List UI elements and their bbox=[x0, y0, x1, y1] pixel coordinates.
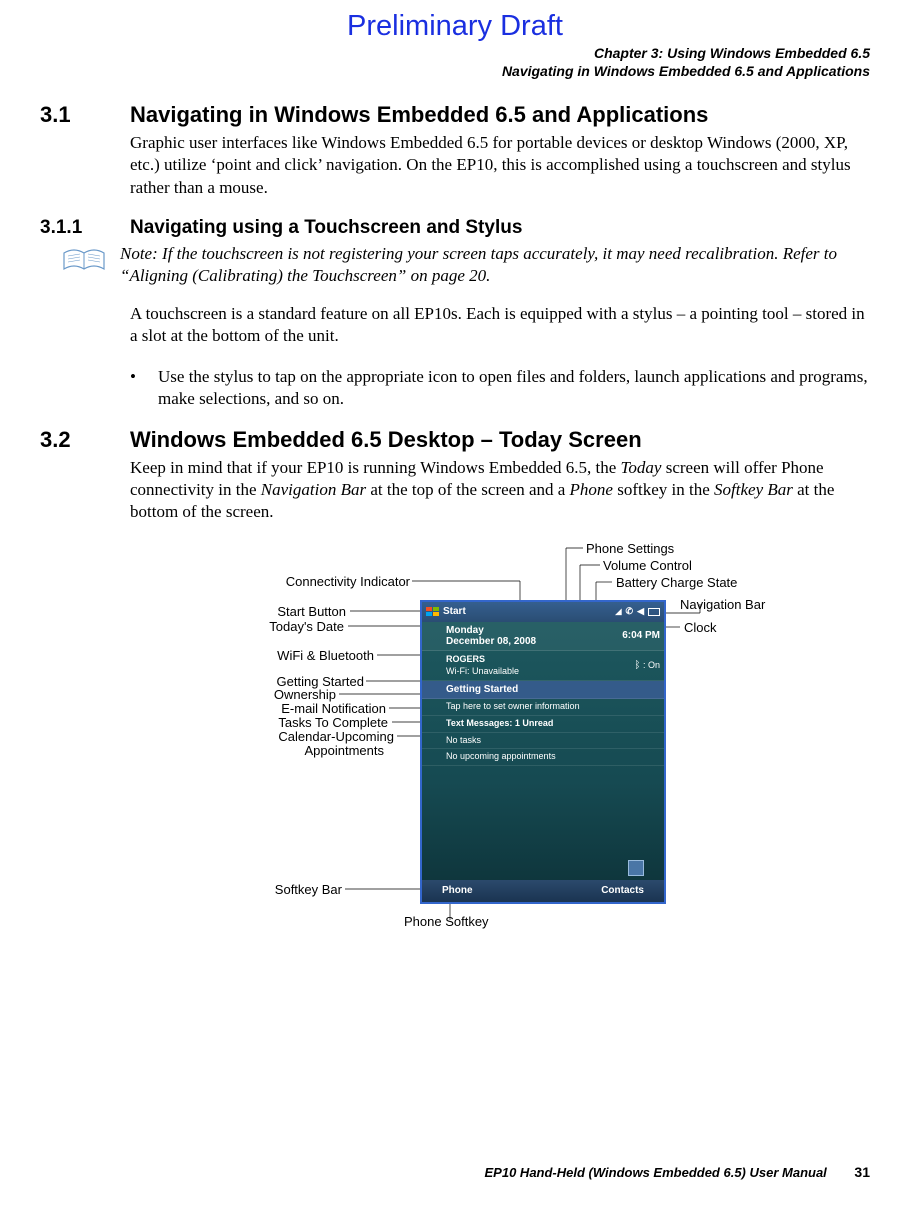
label-navigation-bar: Navigation Bar bbox=[680, 597, 765, 612]
preliminary-draft-header: Preliminary Draft bbox=[40, 10, 870, 43]
device-clock: 6:04 PM bbox=[622, 630, 660, 641]
bullet-marker: • bbox=[130, 366, 158, 411]
section-3-2-body: Keep in mind that if your EP10 is runnin… bbox=[130, 457, 870, 524]
section-3-2-heading: 3.2 Windows Embedded 6.5 Desktop – Today… bbox=[40, 427, 870, 453]
speaker-icon: ◀ bbox=[637, 606, 644, 617]
body-a: Keep in mind that if your EP10 is runnin… bbox=[130, 458, 621, 477]
label-clock: Clock bbox=[684, 620, 717, 635]
label-todays-date: Today's Date bbox=[120, 619, 344, 634]
bullet-text: Use the stylus to tap on the appropriate… bbox=[158, 366, 870, 411]
device-softkey-bar: Phone Contacts bbox=[422, 880, 664, 902]
label-volume-control: Volume Control bbox=[603, 558, 692, 573]
battery-icon bbox=[648, 608, 660, 616]
device-rogers-row: ROGERSWi-Fi: Unavailable ᛒ : On bbox=[422, 651, 664, 681]
label-softkey-bar: Softkey Bar bbox=[120, 882, 342, 897]
label-phone-softkey: Phone Softkey bbox=[404, 914, 489, 929]
device-bt-status: : On bbox=[640, 660, 660, 670]
device-messages: Text Messages: 1 Unread bbox=[422, 716, 664, 733]
page-number: 31 bbox=[854, 1164, 870, 1180]
label-battery-state: Battery Charge State bbox=[616, 575, 737, 590]
floppy-icon bbox=[628, 860, 644, 876]
note-body: If the touchscreen is not registering yo… bbox=[120, 244, 837, 285]
device-date-row: Monday December 08, 2008 6:04 PM bbox=[422, 622, 664, 651]
device-tasks: No tasks bbox=[422, 733, 664, 750]
chapter-header: Chapter 3: Using Windows Embedded 6.5 Na… bbox=[40, 45, 870, 80]
section-3-1-1-body: A touchscreen is a standard feature on a… bbox=[130, 303, 870, 348]
device-carrier: ROGERS bbox=[446, 654, 485, 664]
label-phone-settings: Phone Settings bbox=[586, 541, 674, 556]
softkey-phone: Phone bbox=[442, 885, 473, 896]
bullet-item: • Use the stylus to tap on the appropria… bbox=[130, 366, 870, 411]
softkey-contacts: Contacts bbox=[601, 885, 644, 896]
italic-softkey: Softkey Bar bbox=[714, 480, 793, 499]
footer-manual-title: EP10 Hand-Held (Windows Embedded 6.5) Us… bbox=[485, 1165, 827, 1180]
label-ownership: Ownership bbox=[120, 687, 336, 702]
label-start-button: Start Button bbox=[120, 604, 346, 619]
section-number: 3.2 bbox=[40, 427, 130, 453]
device-date: December 08, 2008 bbox=[446, 636, 536, 647]
label-calendar-1: Calendar-Upcoming bbox=[120, 729, 394, 744]
italic-today: Today bbox=[621, 458, 662, 477]
device-start-text: Start bbox=[443, 606, 466, 617]
section-title: Navigating in Windows Embedded 6.5 and A… bbox=[130, 102, 708, 128]
italic-phone: Phone bbox=[570, 480, 613, 499]
device-title-bar: Start ◢ ✆ ◀ bbox=[422, 602, 664, 622]
label-wifi-bluetooth: WiFi & Bluetooth bbox=[120, 648, 374, 663]
chapter-line-1: Chapter 3: Using Windows Embedded 6.5 bbox=[594, 45, 870, 61]
label-tasks: Tasks To Complete bbox=[120, 715, 388, 730]
device-screenshot: Start ◢ ✆ ◀ Monday December 08, 2008 6:0… bbox=[420, 600, 666, 904]
windows-flag-icon bbox=[426, 607, 440, 617]
device-wifi-status: Wi-Fi: Unavailable bbox=[446, 666, 519, 676]
section-3-1-body: Graphic user interfaces like Windows Emb… bbox=[130, 132, 870, 199]
section-number: 3.1 bbox=[40, 102, 130, 128]
device-day: Monday bbox=[446, 625, 484, 636]
label-connectivity: Connectivity Indicator bbox=[120, 574, 410, 589]
label-calendar-2: Appointments bbox=[120, 743, 384, 758]
body-c: at the top of the screen and a bbox=[366, 480, 569, 499]
device-getting-started: Getting Started bbox=[422, 681, 664, 699]
section-title: Navigating using a Touchscreen and Stylu… bbox=[130, 217, 522, 239]
note-block: Note: If the touchscreen is not register… bbox=[62, 243, 870, 287]
chapter-line-2: Navigating in Windows Embedded 6.5 and A… bbox=[502, 63, 870, 79]
section-3-1-1-heading: 3.1.1 Navigating using a Touchscreen and… bbox=[40, 217, 870, 239]
note-book-icon bbox=[62, 245, 106, 287]
page-footer: EP10 Hand-Held (Windows Embedded 6.5) Us… bbox=[485, 1164, 870, 1180]
note-text: Note: If the touchscreen is not register… bbox=[120, 243, 870, 287]
section-number: 3.1.1 bbox=[40, 217, 130, 239]
section-title: Windows Embedded 6.5 Desktop – Today Scr… bbox=[130, 427, 642, 453]
label-email-notification: E-mail Notification bbox=[120, 701, 386, 716]
today-screen-figure: Connectivity Indicator Start Button Toda… bbox=[40, 542, 870, 932]
signal-icon: ◢ bbox=[615, 607, 621, 616]
note-prefix: Note: bbox=[120, 244, 162, 263]
phone-icon: ✆ bbox=[626, 606, 634, 617]
body-d: softkey in the bbox=[613, 480, 714, 499]
section-3-1-heading: 3.1 Navigating in Windows Embedded 6.5 a… bbox=[40, 102, 870, 128]
device-owner-info: Tap here to set owner information bbox=[422, 699, 664, 716]
italic-nav: Navigation Bar bbox=[261, 480, 366, 499]
device-appointments: No upcoming appointments bbox=[422, 749, 664, 766]
